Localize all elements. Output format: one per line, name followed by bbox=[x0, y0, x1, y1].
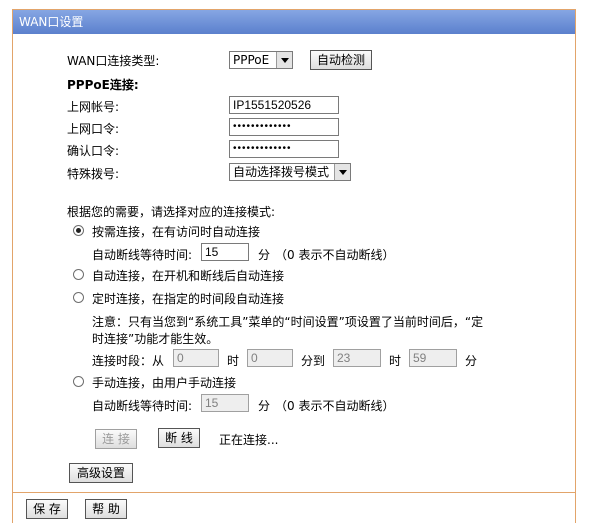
help-button[interactable]: 帮 助 bbox=[85, 499, 127, 519]
wan-type-value: PPPoE bbox=[233, 53, 270, 67]
hour-label-2: 时 bbox=[389, 354, 402, 368]
radio-timed[interactable] bbox=[73, 292, 84, 303]
dial-mode-select[interactable]: 自动选择拨号模式 bbox=[229, 163, 351, 181]
auto-detect-button[interactable]: 自动检测 bbox=[310, 50, 372, 70]
manual-idle-hint: （0 表示不自动断线） bbox=[275, 399, 395, 413]
password-input[interactable]: ••••••••••••• bbox=[229, 118, 339, 136]
password-label: 上网口令: bbox=[67, 122, 120, 136]
radio-manual[interactable] bbox=[73, 376, 84, 387]
timed-note-line1: 注意：只有当您到“系统工具”菜单的“时间设置”项设置了当前时间后，“定 bbox=[92, 315, 484, 329]
pppoe-section-label: PPPoE连接: bbox=[67, 78, 139, 92]
on-demand-idle-hint: （0 表示不自动断线） bbox=[275, 248, 395, 262]
manual-idle-input[interactable]: 15 bbox=[201, 394, 249, 412]
to-minute-input[interactable]: 59 bbox=[409, 349, 457, 367]
dial-mode-label: 特殊拨号: bbox=[67, 167, 120, 181]
radio-auto[interactable] bbox=[73, 269, 84, 280]
to-label: 分到 bbox=[301, 354, 326, 368]
confirm-password-input[interactable]: ••••••••••••• bbox=[229, 140, 339, 158]
account-label: 上网帐号: bbox=[67, 100, 120, 114]
advanced-settings-button[interactable]: 高级设置 bbox=[69, 463, 133, 483]
wan-type-label: WAN口连接类型: bbox=[67, 54, 160, 68]
manual-connect-label: 手动连接，由用户手动连接 bbox=[92, 376, 237, 390]
connection-status: 正在连接... bbox=[219, 433, 279, 447]
connect-button[interactable]: 连 接 bbox=[95, 429, 137, 449]
from-hour-input[interactable]: 0 bbox=[173, 349, 219, 367]
from-minute-input[interactable]: 0 bbox=[247, 349, 293, 367]
mode-prompt: 根据您的需要，请选择对应的连接模式: bbox=[67, 205, 276, 219]
on-demand-label: 按需连接，在有访问时自动连接 bbox=[92, 225, 261, 239]
auto-connect-label: 自动连接，在开机和断线后自动连接 bbox=[92, 269, 285, 283]
manual-idle-label: 自动断线等待时间: bbox=[92, 399, 193, 413]
wan-settings-panel: WAN口设置 WAN口连接类型: PPPoE 自动检测 PPPoE连接: 上网帐… bbox=[12, 9, 576, 523]
footer-bar: 保 存 帮 助 bbox=[13, 492, 575, 523]
on-demand-idle-unit: 分 bbox=[258, 248, 271, 262]
dial-mode-value: 自动选择拨号模式 bbox=[233, 165, 330, 179]
panel-title: WAN口设置 bbox=[19, 15, 84, 29]
to-hour-input[interactable]: 23 bbox=[333, 349, 381, 367]
chevron-down-icon bbox=[334, 164, 350, 180]
disconnect-button[interactable]: 断 线 bbox=[158, 428, 200, 448]
account-input[interactable]: IP1551520526 bbox=[229, 96, 339, 114]
save-button[interactable]: 保 存 bbox=[26, 499, 68, 519]
on-demand-idle-label: 自动断线等待时间: bbox=[92, 248, 193, 262]
period-label: 连接时段：从 bbox=[92, 354, 165, 368]
chevron-down-icon bbox=[276, 52, 292, 68]
radio-on-demand[interactable] bbox=[73, 225, 84, 236]
wan-type-select[interactable]: PPPoE bbox=[229, 51, 293, 69]
panel-titlebar: WAN口设置 bbox=[13, 10, 575, 34]
manual-idle-unit: 分 bbox=[258, 399, 271, 413]
timed-connect-label: 定时连接，在指定的时间段自动连接 bbox=[92, 292, 285, 306]
timed-note-line2: 时连接”功能才能生效。 bbox=[92, 332, 219, 346]
hour-label: 时 bbox=[227, 354, 240, 368]
minute-label: 分 bbox=[465, 354, 478, 368]
on-demand-idle-input[interactable]: 15 bbox=[201, 243, 249, 261]
confirm-password-label: 确认口令: bbox=[67, 144, 120, 158]
